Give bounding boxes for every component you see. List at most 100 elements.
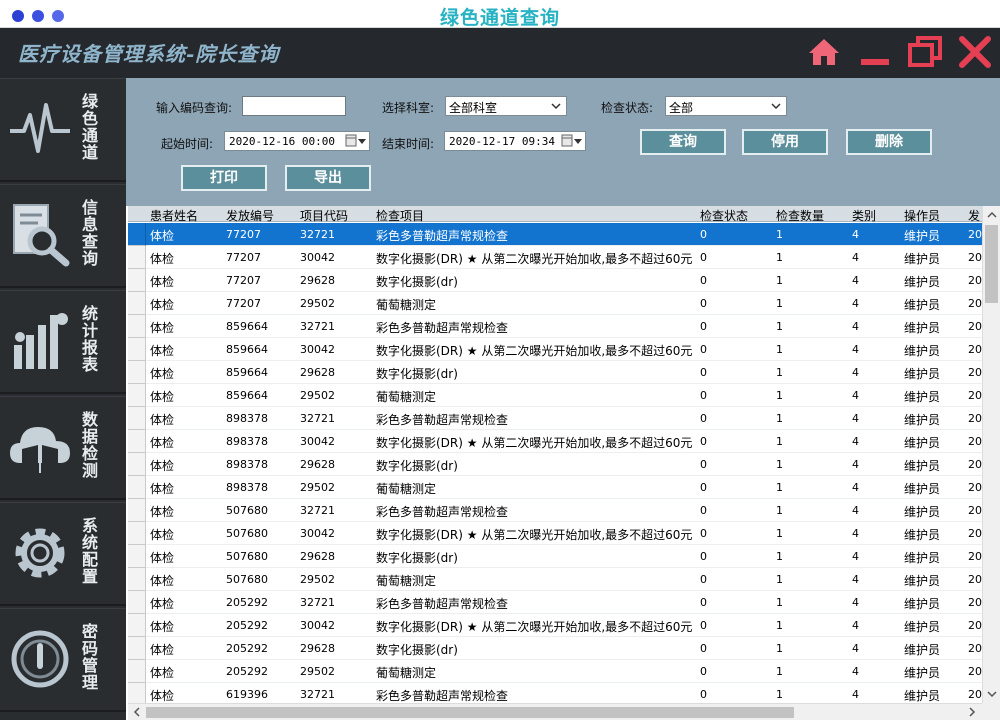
row-header[interactable]: [128, 384, 146, 407]
column-header[interactable]: 检查项目: [376, 207, 424, 224]
row-header[interactable]: [128, 499, 146, 522]
end-time-value: 2020-12-17 09:34: [449, 135, 555, 148]
query-button[interactable]: 查询: [640, 129, 726, 155]
table-row[interactable]: 体检 205292 29628 数字化摄影(dr) 0 1 4 维护员 20: [128, 637, 982, 660]
row-header[interactable]: [128, 246, 146, 269]
table-cell: 0: [700, 412, 707, 425]
end-time-picker[interactable]: 2020-12-17 09:34: [444, 131, 586, 151]
row-header[interactable]: [128, 223, 146, 246]
table-cell: 0: [700, 274, 707, 287]
horizontal-scrollbar[interactable]: [128, 703, 982, 720]
row-header[interactable]: [128, 292, 146, 315]
table-cell: 彩色多普勒超声常规检查: [376, 505, 509, 519]
row-header[interactable]: [128, 545, 146, 568]
row-header[interactable]: [128, 315, 146, 338]
close-button[interactable]: [955, 32, 995, 72]
export-button[interactable]: 导出: [285, 165, 371, 191]
table-cell: 彩色多普勒超声常规检查: [376, 689, 509, 703]
table-row[interactable]: 体检 205292 29502 葡萄糖测定 0 1 4 维护员 20: [128, 660, 982, 683]
sidebar-item-system-config[interactable]: 系统配置: [0, 502, 126, 606]
row-header[interactable]: [128, 522, 146, 545]
table-cell: 葡萄糖测定: [376, 390, 437, 404]
table-cell: 1: [776, 596, 783, 609]
scroll-right-button[interactable]: [964, 704, 980, 720]
horizontal-scroll-thumb[interactable]: [146, 707, 794, 718]
sidebar-item-label: 信息查询: [79, 199, 98, 267]
table-row[interactable]: 体检 859664 29628 数字化摄影(dr) 0 1 4 维护员 20: [128, 361, 982, 384]
vertical-scroll-thumb[interactable]: [985, 225, 998, 303]
row-header[interactable]: [128, 476, 146, 499]
table-cell: 4: [852, 274, 859, 287]
start-time-picker[interactable]: 2020-12-16 00:00: [224, 131, 370, 151]
scroll-up-button[interactable]: [984, 207, 1000, 223]
row-header[interactable]: [128, 568, 146, 591]
column-header[interactable]: 类别: [852, 207, 876, 224]
table-cell: 维护员: [904, 505, 941, 519]
code-input[interactable]: [242, 96, 346, 116]
table-row[interactable]: 体检 507680 29502 葡萄糖测定 0 1 4 维护员 20: [128, 568, 982, 591]
row-header[interactable]: [128, 660, 146, 683]
column-header[interactable]: 发: [968, 207, 980, 224]
row-header[interactable]: [128, 407, 146, 430]
column-header[interactable]: 发放编号: [226, 207, 274, 224]
row-header[interactable]: [128, 591, 146, 614]
table-row[interactable]: 体检 205292 30042 数字化摄影(DR) ★ 从第二次曝光开始加收,最多不超…: [128, 614, 982, 637]
table-row[interactable]: 体检 859664 32721 彩色多普勒超声常规检查 0 1 4 维护员 20: [128, 315, 982, 338]
table-cell: 898378: [226, 412, 268, 425]
sidebar-item-data-check[interactable]: 数据检测: [0, 396, 126, 500]
print-button[interactable]: 打印: [181, 165, 267, 191]
table-row[interactable]: 体检 77207 29628 数字化摄影(dr) 0 1 4 维护员 20: [128, 269, 982, 292]
table-cell: 彩色多普勒超声常规检查: [376, 597, 509, 611]
column-header[interactable]: 检查数量: [776, 207, 824, 224]
row-header[interactable]: [128, 361, 146, 384]
column-header[interactable]: 患者姓名: [150, 207, 198, 224]
table-row[interactable]: 体检 898378 29502 葡萄糖测定 0 1 4 维护员 20: [128, 476, 982, 499]
chevron-down-icon: [987, 691, 997, 698]
row-header[interactable]: [128, 614, 146, 637]
table-cell: 4: [852, 688, 859, 701]
table-row[interactable]: 体检 859664 30042 数字化摄影(DR) ★ 从第二次曝光开始加收,最多不超…: [128, 338, 982, 361]
row-header[interactable]: [128, 430, 146, 453]
table-row[interactable]: 体检 859664 29502 葡萄糖测定 0 1 4 维护员 20: [128, 384, 982, 407]
table-row[interactable]: 体检 898378 29628 数字化摄影(dr) 0 1 4 维护员 20: [128, 453, 982, 476]
column-header[interactable]: 项目代码: [300, 207, 348, 224]
table-cell: 葡萄糖测定: [376, 574, 437, 588]
table-row[interactable]: 体检 77207 32721 彩色多普勒超声常规检查 0 1 4 维护员 20: [128, 223, 982, 246]
table-row[interactable]: 体检 205292 32721 彩色多普勒超声常规检查 0 1 4 维护员 20: [128, 591, 982, 614]
home-button[interactable]: [804, 32, 844, 72]
scroll-down-button[interactable]: [984, 686, 1000, 702]
table-row[interactable]: 体检 507680 32721 彩色多普勒超声常规检查 0 1 4 维护员 20: [128, 499, 982, 522]
dept-select[interactable]: 全部科室: [445, 96, 567, 116]
row-header[interactable]: [128, 683, 146, 703]
table-row[interactable]: 体检 507680 29628 数字化摄影(dr) 0 1 4 维护员 20: [128, 545, 982, 568]
scroll-left-button[interactable]: [129, 704, 145, 720]
row-header[interactable]: [128, 269, 146, 292]
sidebar-item-password[interactable]: 密码管理: [0, 608, 126, 712]
table-row[interactable]: 体检 898378 32721 彩色多普勒超声常规检查 0 1 4 维护员 20: [128, 407, 982, 430]
sidebar-item-green-channel[interactable]: 绿色通道: [0, 78, 126, 182]
sidebar-item-statistics[interactable]: 统计报表: [0, 290, 126, 394]
disable-button[interactable]: 停用: [742, 129, 828, 155]
minimize-button[interactable]: [855, 32, 895, 72]
table-row[interactable]: 体检 619396 32721 彩色多普勒超声常规检查 0 1 4 维护员 20: [128, 683, 982, 703]
table-cell: 30042: [300, 343, 335, 356]
table-cell: 体检: [150, 666, 175, 680]
vertical-scrollbar[interactable]: [982, 206, 1000, 703]
table-row[interactable]: 体检 77207 30042 数字化摄影(DR) ★ 从第二次曝光开始加收,最多不超过…: [128, 246, 982, 269]
sidebar-item-info-query[interactable]: 信息查询: [0, 184, 126, 288]
table-row[interactable]: 体检 507680 30042 数字化摄影(DR) ★ 从第二次曝光开始加收,最多不超…: [128, 522, 982, 545]
maximize-button[interactable]: [905, 32, 945, 72]
table-cell: 1: [776, 320, 783, 333]
delete-button[interactable]: 删除: [846, 129, 932, 155]
status-select[interactable]: 全部: [665, 96, 787, 116]
table-row[interactable]: 体检 898378 30042 数字化摄影(DR) ★ 从第二次曝光开始加收,最多不超…: [128, 430, 982, 453]
row-header[interactable]: [128, 637, 146, 660]
row-header[interactable]: [128, 338, 146, 361]
column-header[interactable]: 检查状态: [700, 207, 748, 224]
table-row[interactable]: 体检 77207 29502 葡萄糖测定 0 1 4 维护员 20: [128, 292, 982, 315]
home-icon: [809, 39, 839, 65]
column-header[interactable]: 操作员: [904, 207, 940, 224]
table-cell: 4: [852, 527, 859, 540]
row-header[interactable]: [128, 453, 146, 476]
table-cell: 体检: [150, 528, 175, 542]
